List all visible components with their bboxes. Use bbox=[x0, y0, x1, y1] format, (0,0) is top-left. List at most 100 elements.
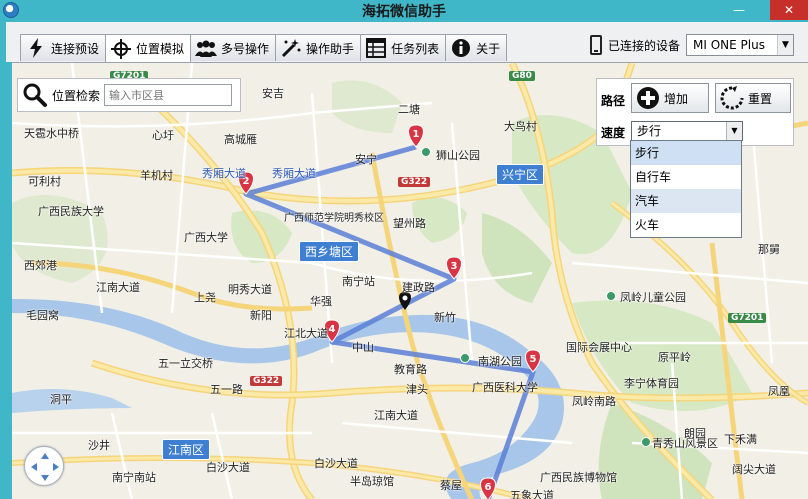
plus-circle-icon bbox=[637, 87, 659, 109]
map-road-label: 明秀大道 bbox=[228, 283, 272, 296]
map-place-label: 天雹水中桥 bbox=[24, 127, 79, 140]
map-place-label: 新竹 bbox=[434, 311, 456, 324]
map-place-label: 五一立交桥 bbox=[158, 357, 213, 370]
map-place-label: 原平岭 bbox=[658, 351, 691, 364]
tab-operation-assistant[interactable]: 操作助手 bbox=[275, 34, 362, 61]
add-button-label: 增加 bbox=[664, 91, 689, 106]
map-road-label: 秀厢大道 bbox=[202, 167, 246, 180]
close-button[interactable]: ✕ bbox=[770, 0, 808, 20]
tab-location-simulation[interactable]: 位置模拟 bbox=[105, 34, 192, 62]
map-place-label: 津头 bbox=[406, 383, 428, 396]
users-icon bbox=[195, 38, 218, 58]
map-place-label: 朗园 bbox=[684, 427, 706, 440]
tab-about[interactable]: 关于 bbox=[445, 34, 508, 61]
map-place-label: 南宁站 bbox=[342, 275, 375, 288]
speed-select[interactable]: 步行 ▼ bbox=[631, 121, 743, 141]
map-pan-control[interactable] bbox=[24, 446, 64, 486]
route-panel: 路径 增加 重置 速度 步行 ▼ bbox=[596, 78, 794, 146]
map-place-label: 高城雁 bbox=[224, 133, 257, 146]
map-place-label: 狮山公园 bbox=[436, 149, 480, 162]
speed-option-walk[interactable]: 步行 bbox=[631, 141, 741, 165]
tab-label: 任务列表 bbox=[391, 41, 440, 56]
location-search-panel: 位置检索 bbox=[17, 78, 241, 112]
district-badge[interactable]: 西乡塘区 bbox=[299, 241, 360, 262]
chevron-down-icon[interactable]: ▼ bbox=[726, 122, 742, 140]
map-place-label: 中山 bbox=[352, 341, 374, 354]
map-road-label: 秀厢大道 bbox=[272, 167, 316, 180]
park-poi-icon bbox=[460, 353, 470, 363]
search-icon[interactable] bbox=[22, 82, 48, 108]
map-place-label: 国际会展中心 bbox=[566, 341, 632, 354]
park-poi-icon bbox=[421, 147, 431, 157]
map-place-label: 教育路 bbox=[394, 363, 427, 376]
map-place-label: 广西民族大学 bbox=[38, 205, 104, 218]
map-place-label: 沙井 bbox=[88, 439, 110, 452]
minimize-button[interactable]: — bbox=[726, 0, 752, 20]
speed-dropdown-list: 步行 自行车 汽车 火车 bbox=[630, 140, 742, 238]
map-place-label: 那舅 bbox=[758, 243, 780, 256]
speed-option-car[interactable]: 汽车 bbox=[631, 189, 741, 213]
device-selector-area: 已连接的设备 MI ONE Plus ▼ bbox=[590, 34, 795, 56]
map-place-label: 广西大学 bbox=[184, 231, 228, 244]
map-road-label: 江北大道 bbox=[284, 327, 328, 340]
speed-option-bicycle[interactable]: 自行车 bbox=[631, 165, 741, 189]
map-road-label: 白沙大道 bbox=[314, 457, 358, 470]
lightning-icon bbox=[25, 38, 47, 58]
district-badge[interactable]: 兴宁区 bbox=[496, 164, 545, 185]
tab-label: 关于 bbox=[476, 41, 501, 56]
map-place-label: 华强 bbox=[310, 295, 332, 308]
tab-connection-preset[interactable]: 连接预设 bbox=[20, 34, 107, 61]
park-poi-icon bbox=[606, 291, 616, 301]
svg-text:6: 6 bbox=[485, 482, 492, 493]
crosshair-icon bbox=[110, 38, 132, 59]
device-select[interactable]: MI ONE Plus ▼ bbox=[686, 34, 795, 56]
search-input[interactable] bbox=[104, 84, 233, 106]
reset-route-button[interactable]: 重置 bbox=[715, 83, 791, 113]
pan-arrows-icon bbox=[31, 453, 59, 481]
tab-multi-account[interactable]: 多号操作 bbox=[190, 34, 277, 61]
map-road-label: 阔尖大道 bbox=[732, 463, 776, 476]
speed-option-train[interactable]: 火车 bbox=[631, 213, 741, 237]
map-road-label: 白沙大道 bbox=[206, 461, 250, 474]
road-badge: G80 bbox=[509, 71, 535, 81]
tab-label: 连接预设 bbox=[51, 41, 100, 56]
map-road-label: 江南大道 bbox=[96, 281, 140, 294]
reset-button-label: 重置 bbox=[748, 91, 773, 106]
window-title: 海拓微信助手 bbox=[362, 4, 446, 20]
map-place-label: 李宁体育园 bbox=[624, 377, 679, 390]
map-road-label: 凤岭南路 bbox=[572, 395, 616, 408]
map-place-label: 大鸟村 bbox=[504, 120, 537, 133]
tab-task-list[interactable]: 任务列表 bbox=[360, 34, 447, 61]
speed-label: 速度 bbox=[601, 126, 626, 140]
add-route-button[interactable]: 增加 bbox=[631, 83, 709, 113]
map-road-label: 五象大道 bbox=[510, 489, 554, 499]
map-road-label: 江南大道 bbox=[374, 409, 418, 422]
road-badge: G322 bbox=[250, 376, 283, 386]
district-badge[interactable]: 江南区 bbox=[162, 439, 211, 460]
map-place-label: 新阳 bbox=[250, 309, 272, 322]
refresh-icon bbox=[720, 86, 744, 110]
map-place-label: 蔡屋 bbox=[440, 479, 462, 492]
map-place-label: 洞平 bbox=[50, 393, 72, 406]
map-place-label: 下禾满 bbox=[724, 433, 757, 446]
map-place-label: 可利村 bbox=[28, 175, 61, 188]
speed-selected-value: 步行 bbox=[637, 124, 662, 138]
map-place-label: 建政路 bbox=[402, 281, 435, 294]
map-place-label: 广西医科大学 bbox=[472, 381, 538, 394]
chevron-down-icon[interactable]: ▼ bbox=[777, 35, 794, 55]
map-place-label: 西郊港 bbox=[24, 259, 57, 272]
map-place-label: 凤岭儿童公园 bbox=[620, 291, 686, 304]
road-badge: G7201 bbox=[728, 313, 767, 323]
phone-icon bbox=[590, 35, 602, 55]
map-place-label: 毛园窝 bbox=[26, 309, 59, 322]
table-icon bbox=[365, 38, 387, 58]
map-place-label: 凤凰 bbox=[768, 385, 790, 398]
tab-label: 位置模拟 bbox=[136, 42, 185, 56]
map-place-label: 羊机村 bbox=[140, 169, 173, 182]
map-place-label: 安吉 bbox=[262, 87, 284, 100]
tab-label: 操作助手 bbox=[306, 41, 355, 56]
info-icon bbox=[450, 38, 472, 58]
map-place-label: 安宁 bbox=[355, 153, 377, 166]
search-label: 位置检索 bbox=[52, 88, 101, 103]
svg-text:3: 3 bbox=[451, 261, 458, 272]
